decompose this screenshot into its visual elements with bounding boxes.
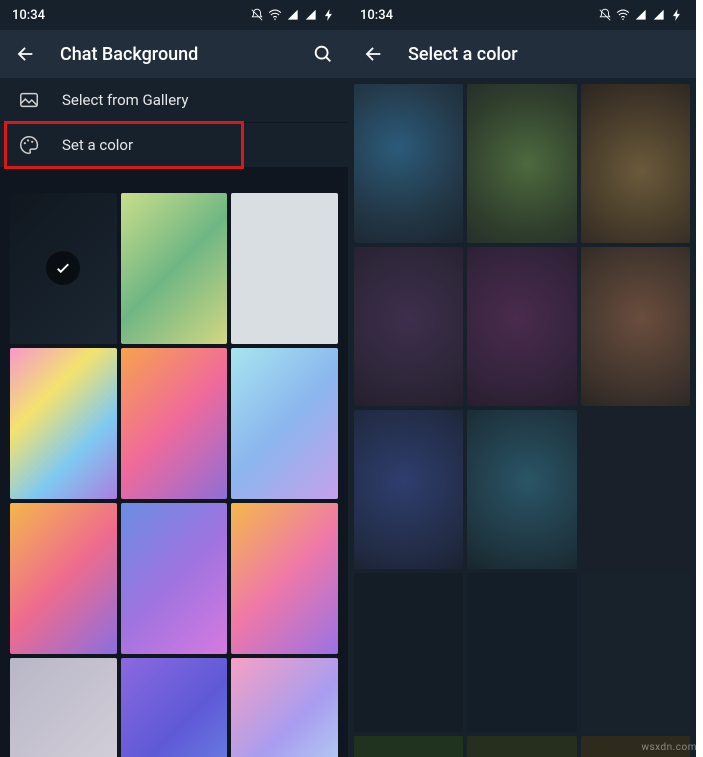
wallpaper-tile[interactable] [231, 348, 338, 499]
color-tile[interactable] [354, 84, 463, 243]
status-time: 10:34 [12, 8, 45, 23]
page-title: Chat Background [60, 44, 288, 65]
wallpaper-tile[interactable] [121, 503, 228, 654]
signal-icon [634, 8, 648, 22]
color-tile[interactable] [354, 573, 463, 732]
palette-icon [18, 134, 40, 156]
app-bar: Chat Background [0, 30, 348, 78]
color-tile[interactable] [467, 736, 576, 757]
status-time: 10:34 [360, 8, 393, 23]
select-from-gallery-option[interactable]: Select from Gallery [0, 78, 348, 122]
wallpaper-tile[interactable] [10, 193, 117, 344]
wallpaper-tile[interactable] [10, 503, 117, 654]
color-tile[interactable] [467, 573, 576, 732]
wallpaper-tile[interactable] [10, 348, 117, 499]
arrow-left-icon [362, 43, 384, 65]
app-bar: Select a color [348, 30, 696, 78]
watermark: wsxdn.com [641, 742, 697, 753]
page-title: Select a color [408, 44, 682, 65]
status-icons [598, 8, 684, 22]
color-tile[interactable] [581, 247, 690, 406]
bell-off-icon [598, 8, 612, 22]
color-tile[interactable] [467, 410, 576, 569]
color-tile[interactable] [354, 410, 463, 569]
wallpaper-tile[interactable] [231, 658, 338, 757]
search-button[interactable] [312, 43, 334, 65]
status-bar: 10:34 [348, 0, 696, 30]
arrow-left-icon [14, 43, 36, 65]
color-tile[interactable] [467, 84, 576, 243]
wifi-icon [268, 8, 282, 22]
wallpaper-tile[interactable] [231, 503, 338, 654]
wallpaper-tile[interactable] [121, 658, 228, 757]
option-label: Set a color [62, 136, 133, 154]
set-a-color-option[interactable]: Set a color [0, 123, 348, 167]
color-tile[interactable] [354, 736, 463, 757]
select-color-screen: 10:34 Select a color [348, 0, 696, 757]
signal-icon-2 [652, 8, 666, 22]
status-bar: 10:34 [0, 0, 348, 30]
wallpaper-grid [0, 193, 348, 757]
image-icon [18, 89, 40, 111]
bolt-icon [670, 8, 684, 22]
color-tile[interactable] [354, 247, 463, 406]
back-button[interactable] [362, 43, 384, 65]
search-icon [312, 43, 334, 65]
chat-background-screen: 10:34 Chat Background Select from Galler… [0, 0, 348, 757]
color-tile[interactable] [581, 410, 690, 569]
color-grid [348, 78, 696, 757]
wallpaper-tile[interactable] [10, 658, 117, 757]
bell-off-icon [250, 8, 264, 22]
status-icons [250, 8, 336, 22]
color-tile[interactable] [581, 84, 690, 243]
color-tile[interactable] [581, 573, 690, 732]
wifi-icon [616, 8, 630, 22]
wallpaper-tile[interactable] [121, 193, 228, 344]
signal-icon [286, 8, 300, 22]
check-icon [54, 259, 72, 277]
section-gap [0, 167, 348, 193]
wallpaper-tile[interactable] [121, 348, 228, 499]
bolt-icon [322, 8, 336, 22]
option-label: Select from Gallery [62, 91, 188, 109]
wallpaper-tile[interactable] [231, 193, 338, 344]
back-button[interactable] [14, 43, 36, 65]
color-tile[interactable] [467, 247, 576, 406]
signal-icon-2 [304, 8, 318, 22]
